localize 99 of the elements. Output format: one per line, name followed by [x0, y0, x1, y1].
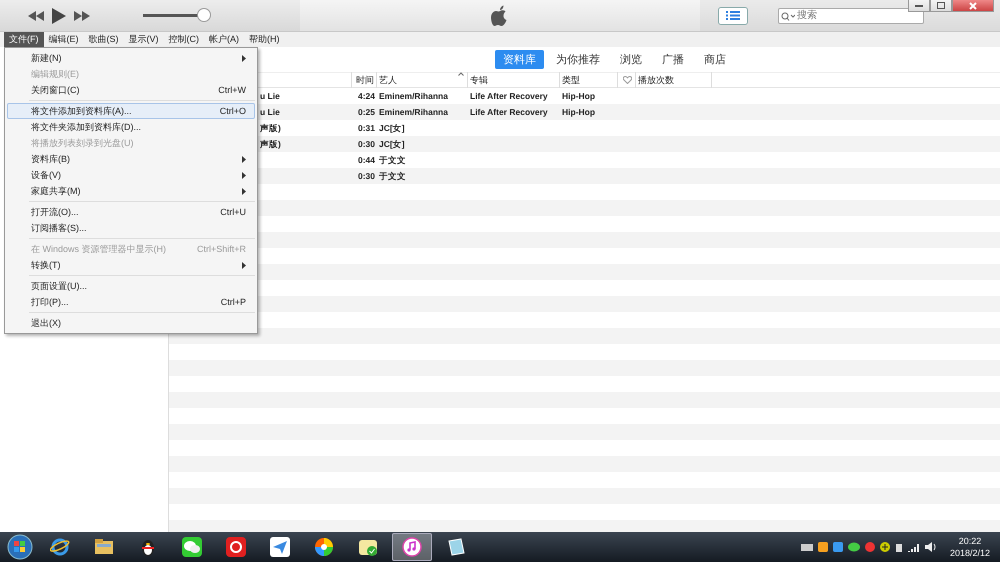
apple-logo — [491, 4, 509, 26]
menu-label: 打开流(O)... — [31, 206, 80, 218]
menu-label: 退出(X) — [31, 316, 62, 330]
menu-item[interactable]: 订阅播客(S)... — [7, 220, 255, 236]
shortcut-label: Ctrl+U — [220, 207, 246, 217]
tray-app-icon[interactable] — [818, 542, 828, 552]
table-cell-text: Eminem/Rihanna — [378, 106, 449, 119]
table-cell-text: Eminem/Rihanna — [378, 90, 449, 103]
menu-item[interactable]: 帐户(A) — [204, 32, 244, 47]
folder-icon — [94, 537, 114, 557]
table-cell-text: JC[女] — [378, 122, 406, 135]
maximize-button[interactable] — [930, 0, 952, 12]
signal-icon[interactable] — [908, 542, 920, 552]
music-note-icon — [402, 537, 422, 557]
menu-label: 新建(N) — [31, 52, 62, 64]
table-cell-text: Hip-Hop — [561, 90, 596, 103]
column-label: 艺人 — [379, 74, 397, 87]
play-icon[interactable] — [52, 8, 66, 24]
menu-item[interactable]: 文件(F) — [4, 32, 44, 47]
table-cell-text: 0:30 — [356, 170, 376, 183]
minimize-button[interactable] — [908, 0, 930, 12]
menu-label: 转换(T) — [31, 258, 62, 272]
minimize-icon — [915, 4, 923, 8]
menu-item[interactable]: 控制(C) — [164, 32, 204, 47]
music-app-icon — [226, 537, 246, 557]
menu-item[interactable]: 页面设置(U)... — [7, 278, 255, 294]
speaker-icon[interactable] — [924, 542, 937, 552]
table-cell-text: Life After Recovery — [469, 106, 549, 119]
fast-forward-icon[interactable] — [74, 10, 90, 20]
menu-item[interactable]: 显示(V) — [124, 32, 164, 47]
table-cell-text: 0:44 — [356, 154, 376, 167]
table-cell-text: u Lie — [259, 106, 281, 119]
menu-item[interactable]: 打开流(O)... Ctrl+U — [7, 204, 255, 220]
plus-icon[interactable] — [880, 542, 890, 552]
list-icon — [726, 11, 740, 20]
menu-item[interactable]: 新建(N) — [7, 50, 255, 66]
menu-item[interactable]: 歌曲(S) — [84, 32, 124, 47]
menu-label: 将文件夹添加到资料库(D)... — [31, 120, 142, 134]
shortcut-label: Ctrl+O — [220, 106, 246, 116]
maximize-icon — [937, 2, 945, 9]
menu-label: 将播放列表刻录到光盘(U) — [31, 136, 134, 150]
notebook-icon — [446, 537, 466, 557]
heart-icon — [623, 76, 632, 84]
nav-tab[interactable]: 浏览 — [612, 50, 650, 69]
menu-label: 将文件添加到资料库(A)... — [31, 104, 132, 118]
table-cell-text: 0:31 — [356, 122, 376, 135]
shortcut-label: Ctrl+P — [220, 297, 246, 307]
menu-item[interactable]: 编辑(E) — [44, 32, 84, 47]
menu-item[interactable]: 转换(T) — [7, 257, 255, 273]
menu-item[interactable]: 关闭窗口(C) Ctrl+W — [7, 82, 255, 98]
menu-label: 订阅播客(S)... — [31, 222, 88, 234]
table-cell-text: 4:24 — [356, 90, 376, 103]
taskbar-button[interactable] — [392, 533, 432, 561]
close-button[interactable] — [952, 0, 994, 12]
menu-label: 编辑规则(E) — [31, 68, 80, 80]
menu-label: 页面设置(U)... — [31, 280, 88, 292]
ie-icon — [50, 537, 70, 557]
menu-label: 资料库(B) — [31, 152, 71, 166]
nav-tab[interactable]: 为你推荐 — [548, 50, 608, 69]
shortcut-label: Ctrl+W — [218, 85, 246, 95]
menu-label: 关闭窗口(C) — [31, 84, 80, 96]
chat-bubbles-icon — [182, 537, 202, 557]
nav-tab[interactable]: 商店 — [696, 50, 734, 69]
slider-thumb[interactable] — [196, 8, 211, 22]
search-field[interactable]: 搜索 — [778, 8, 924, 24]
menu-item[interactable]: 帮助(H) — [244, 32, 284, 47]
table-cell-text: Hip-Hop — [561, 106, 596, 119]
table-cell-text: 0:30 — [356, 138, 376, 151]
table-cell-text: 于文文 — [378, 154, 407, 167]
menu-item[interactable]: 资料库(B) — [7, 151, 255, 167]
menu-item[interactable]: 将文件添加到资料库(A)... Ctrl+O — [7, 103, 255, 119]
clock[interactable]: 20:22 2018/2/12 — [942, 535, 990, 559]
table-cell-text: 声版) — [259, 138, 282, 151]
menu-item[interactable]: 退出(X) — [7, 315, 255, 331]
table-cell-text: 于文文 — [378, 170, 407, 183]
rewind-icon[interactable] — [28, 10, 44, 20]
menu-item[interactable]: 家庭共享(M) — [7, 183, 255, 199]
table-cell-text: u Lie — [259, 90, 281, 103]
windows-logo — [7, 534, 33, 560]
menu-label: 家庭共享(M) — [31, 184, 82, 198]
table-cell-text: JC[女] — [378, 138, 406, 151]
menu-label: 在 Windows 资源管理器中显示(H) — [31, 242, 168, 256]
menu-label: 设备(V) — [31, 168, 62, 182]
list-view-button[interactable] — [718, 6, 748, 24]
chat-icon[interactable] — [848, 542, 860, 552]
table-cell-text: Life After Recovery — [469, 90, 549, 103]
menu-item[interactable]: 设备(V) — [7, 167, 255, 183]
gift-box-icon — [358, 537, 378, 557]
menu-item[interactable]: 打印(P)... Ctrl+P — [7, 294, 255, 310]
table-cell-text: 0:25 — [356, 106, 376, 119]
shortcut-label: Ctrl+Shift+R — [196, 244, 246, 254]
nav-tab[interactable]: 广播 — [654, 50, 692, 69]
menu-item[interactable]: 将文件夹添加到资料库(D)... — [7, 119, 255, 135]
paper-plane-icon — [270, 537, 290, 557]
close-icon — [969, 2, 977, 10]
menu-label: 打印(P)... — [31, 296, 70, 308]
table-cell-text: 声版) — [259, 122, 282, 135]
search-icon — [781, 12, 795, 20]
color-wheel-icon — [314, 537, 334, 557]
